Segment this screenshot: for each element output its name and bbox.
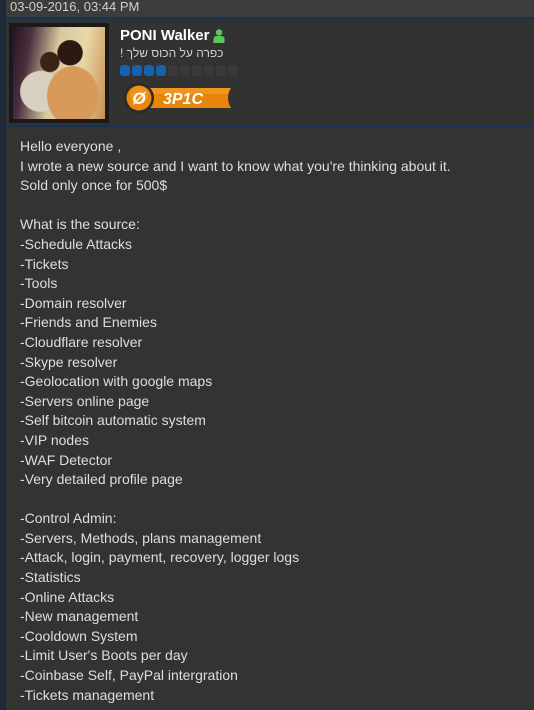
rank-emblem-text: Ø [132,89,146,108]
post-line: -Skype resolver [20,353,118,370]
post-line: -Attack, login, payment, recovery, logge… [20,549,300,566]
post-date: 03-09-2016, 03:44 PM [10,0,140,14]
post-line: -Friends and Enemies [20,314,157,331]
post-line: -Tickets [20,255,69,272]
avatar-image [13,27,105,119]
post-line: -Self bitcoin automatic system [20,412,206,429]
reputation-bar [120,65,238,76]
username-link[interactable]: PONI Walker [120,27,209,44]
rank-label-text: 3P1C [163,91,203,108]
reputation-pip-empty [228,65,238,76]
post-line: -Cooldown System [20,627,138,644]
rank-badge: Ø 3P1C [123,82,233,114]
post-line: -Online Attacks [20,588,115,605]
reputation-pip-empty [180,65,190,76]
post-line: -Geolocation with google maps [20,373,213,390]
post-date-bar: 03-09-2016, 03:44 PM [6,0,534,19]
post-line: Hello everyone , [20,138,122,154]
post-line: -Domain resolver [20,294,127,311]
reputation-pip-filled [156,65,166,76]
reputation-pip-filled [132,65,142,76]
post-line: -Servers online page [20,392,150,409]
post-line: What is the source: [20,216,140,233]
reputation-pip-empty [192,65,202,76]
post-line: -Cloudflare resolver [20,333,143,350]
post-author-info: PONI Walker כפרה על הכוס שלך ! Ø 3P1C [6,19,534,127]
post-line: Sold only once for 500$ [20,177,168,194]
post-line: -New management [20,608,139,625]
post-line: -Very detailed profile page [20,471,183,488]
user-online-icon [213,28,225,43]
avatar[interactable] [9,23,109,123]
post-line: -Statistics [20,569,81,586]
reputation-pip-filled [120,65,130,76]
post-line: I wrote a new source and I want to know … [20,157,451,174]
post-line: -Coinbase Self, PayPal intergration [20,667,238,684]
post-line: -Tools [20,275,58,292]
post-message: Hello everyone , I wrote a new source and… [6,127,534,710]
post-line: -Control Admin: [20,510,117,527]
reputation-pip-empty [216,65,226,76]
user-title: כפרה על הכוס שלך ! [120,46,224,60]
post-line: -WAF Detector [20,451,113,468]
reputation-pip-empty [168,65,178,76]
reputation-pip-filled [144,65,154,76]
post-line: -Tickets management [20,686,155,703]
reputation-pip-empty [204,65,214,76]
post-line: -Schedule Attacks [20,235,133,252]
post-line: -VIP nodes [20,431,90,448]
post-line: -Servers, Methods, plans management [20,529,262,546]
post-line: -Limit User's Boots per day [20,647,188,664]
username-row: PONI Walker [120,27,225,44]
